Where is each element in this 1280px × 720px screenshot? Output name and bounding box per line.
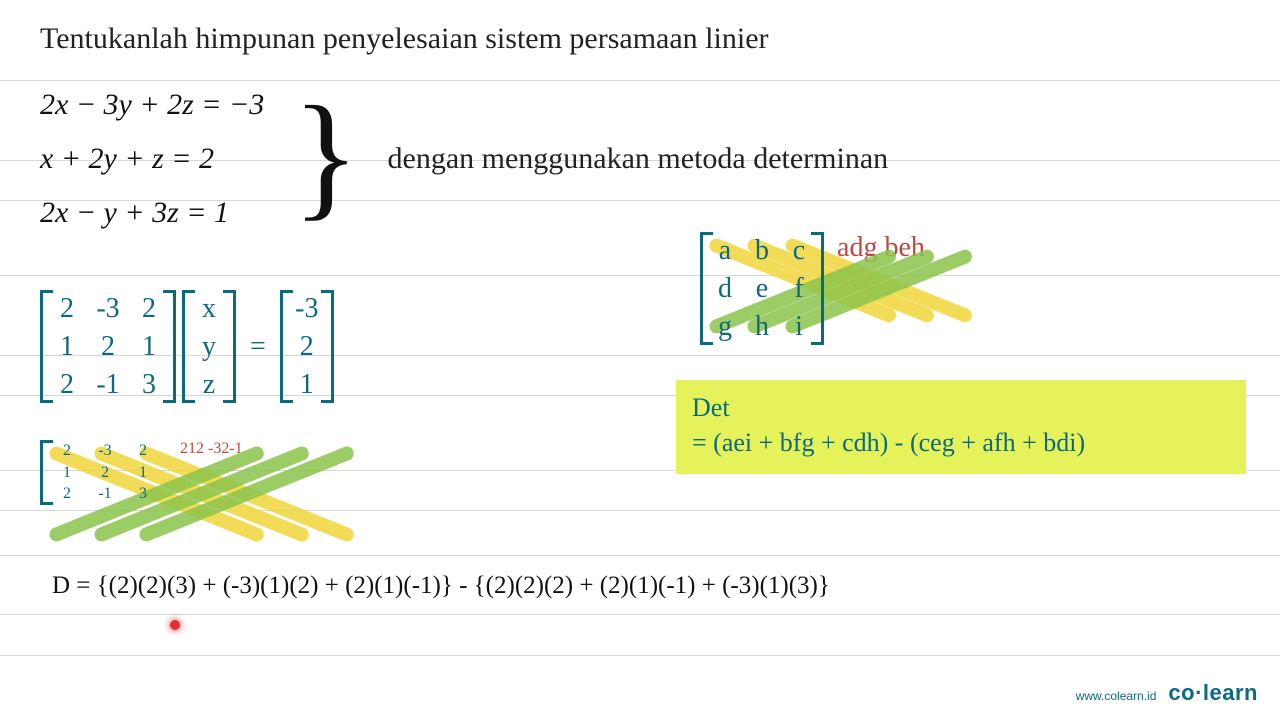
footer-branding: www.colearn.id co·learn [1076,680,1258,706]
curly-brace-icon: } [292,93,359,219]
laser-pointer-icon [170,620,180,630]
sarrus-expansion-main: 212 -32-1 213 212 -32-1 [40,440,243,505]
brand-url: www.colearn.id [1076,689,1157,703]
sarrus-extension-columns: 212 -32-1 [180,440,243,458]
det-expression: = (aei + bfg + cdh) - (ceg + afh + bdi) [692,425,1230,460]
sarrus-base-matrix: 212 -32-1 213 [40,440,170,505]
det-label: Det [692,390,1230,425]
equation-1: 2x − 3y + 2z = −3 [40,78,264,132]
equation-3: 2x − y + 3z = 1 [40,186,264,240]
matrix-equation: 212 -32-1 213 xyz = -321 [40,290,334,403]
sarrus-ref-matrix: adg beh cfi [700,232,824,345]
sarrus-reference: adg beh cfi adg beh [700,232,925,345]
equation-2: x + 2y + z = 2 [40,132,264,186]
system-of-equations: 2x − 3y + 2z = −3 x + 2y + z = 2 2x − y … [40,78,1240,240]
coefficient-matrix: 212 -32-1 213 [40,290,176,403]
constant-vector: -321 [280,290,334,403]
equation-system: 2x − 3y + 2z = −3 x + 2y + z = 2 2x − y … [40,78,264,240]
sarrus-ref-extension: adg beh [837,232,925,264]
equals-sign: = [250,331,266,363]
brand-logo: co·learn [1168,680,1258,706]
method-label: dengan menggunakan metoda determinan [388,142,889,176]
variable-vector: xyz [182,290,236,403]
determinant-calculation: D = {(2)(2)(3) + (-3)(1)(2) + (2)(1)(-1)… [52,572,830,600]
page-title: Tentukanlah himpunan penyelesaian sistem… [40,22,1240,56]
determinant-formula-box: Det = (aei + bfg + cdh) - (ceg + afh + b… [676,380,1246,474]
